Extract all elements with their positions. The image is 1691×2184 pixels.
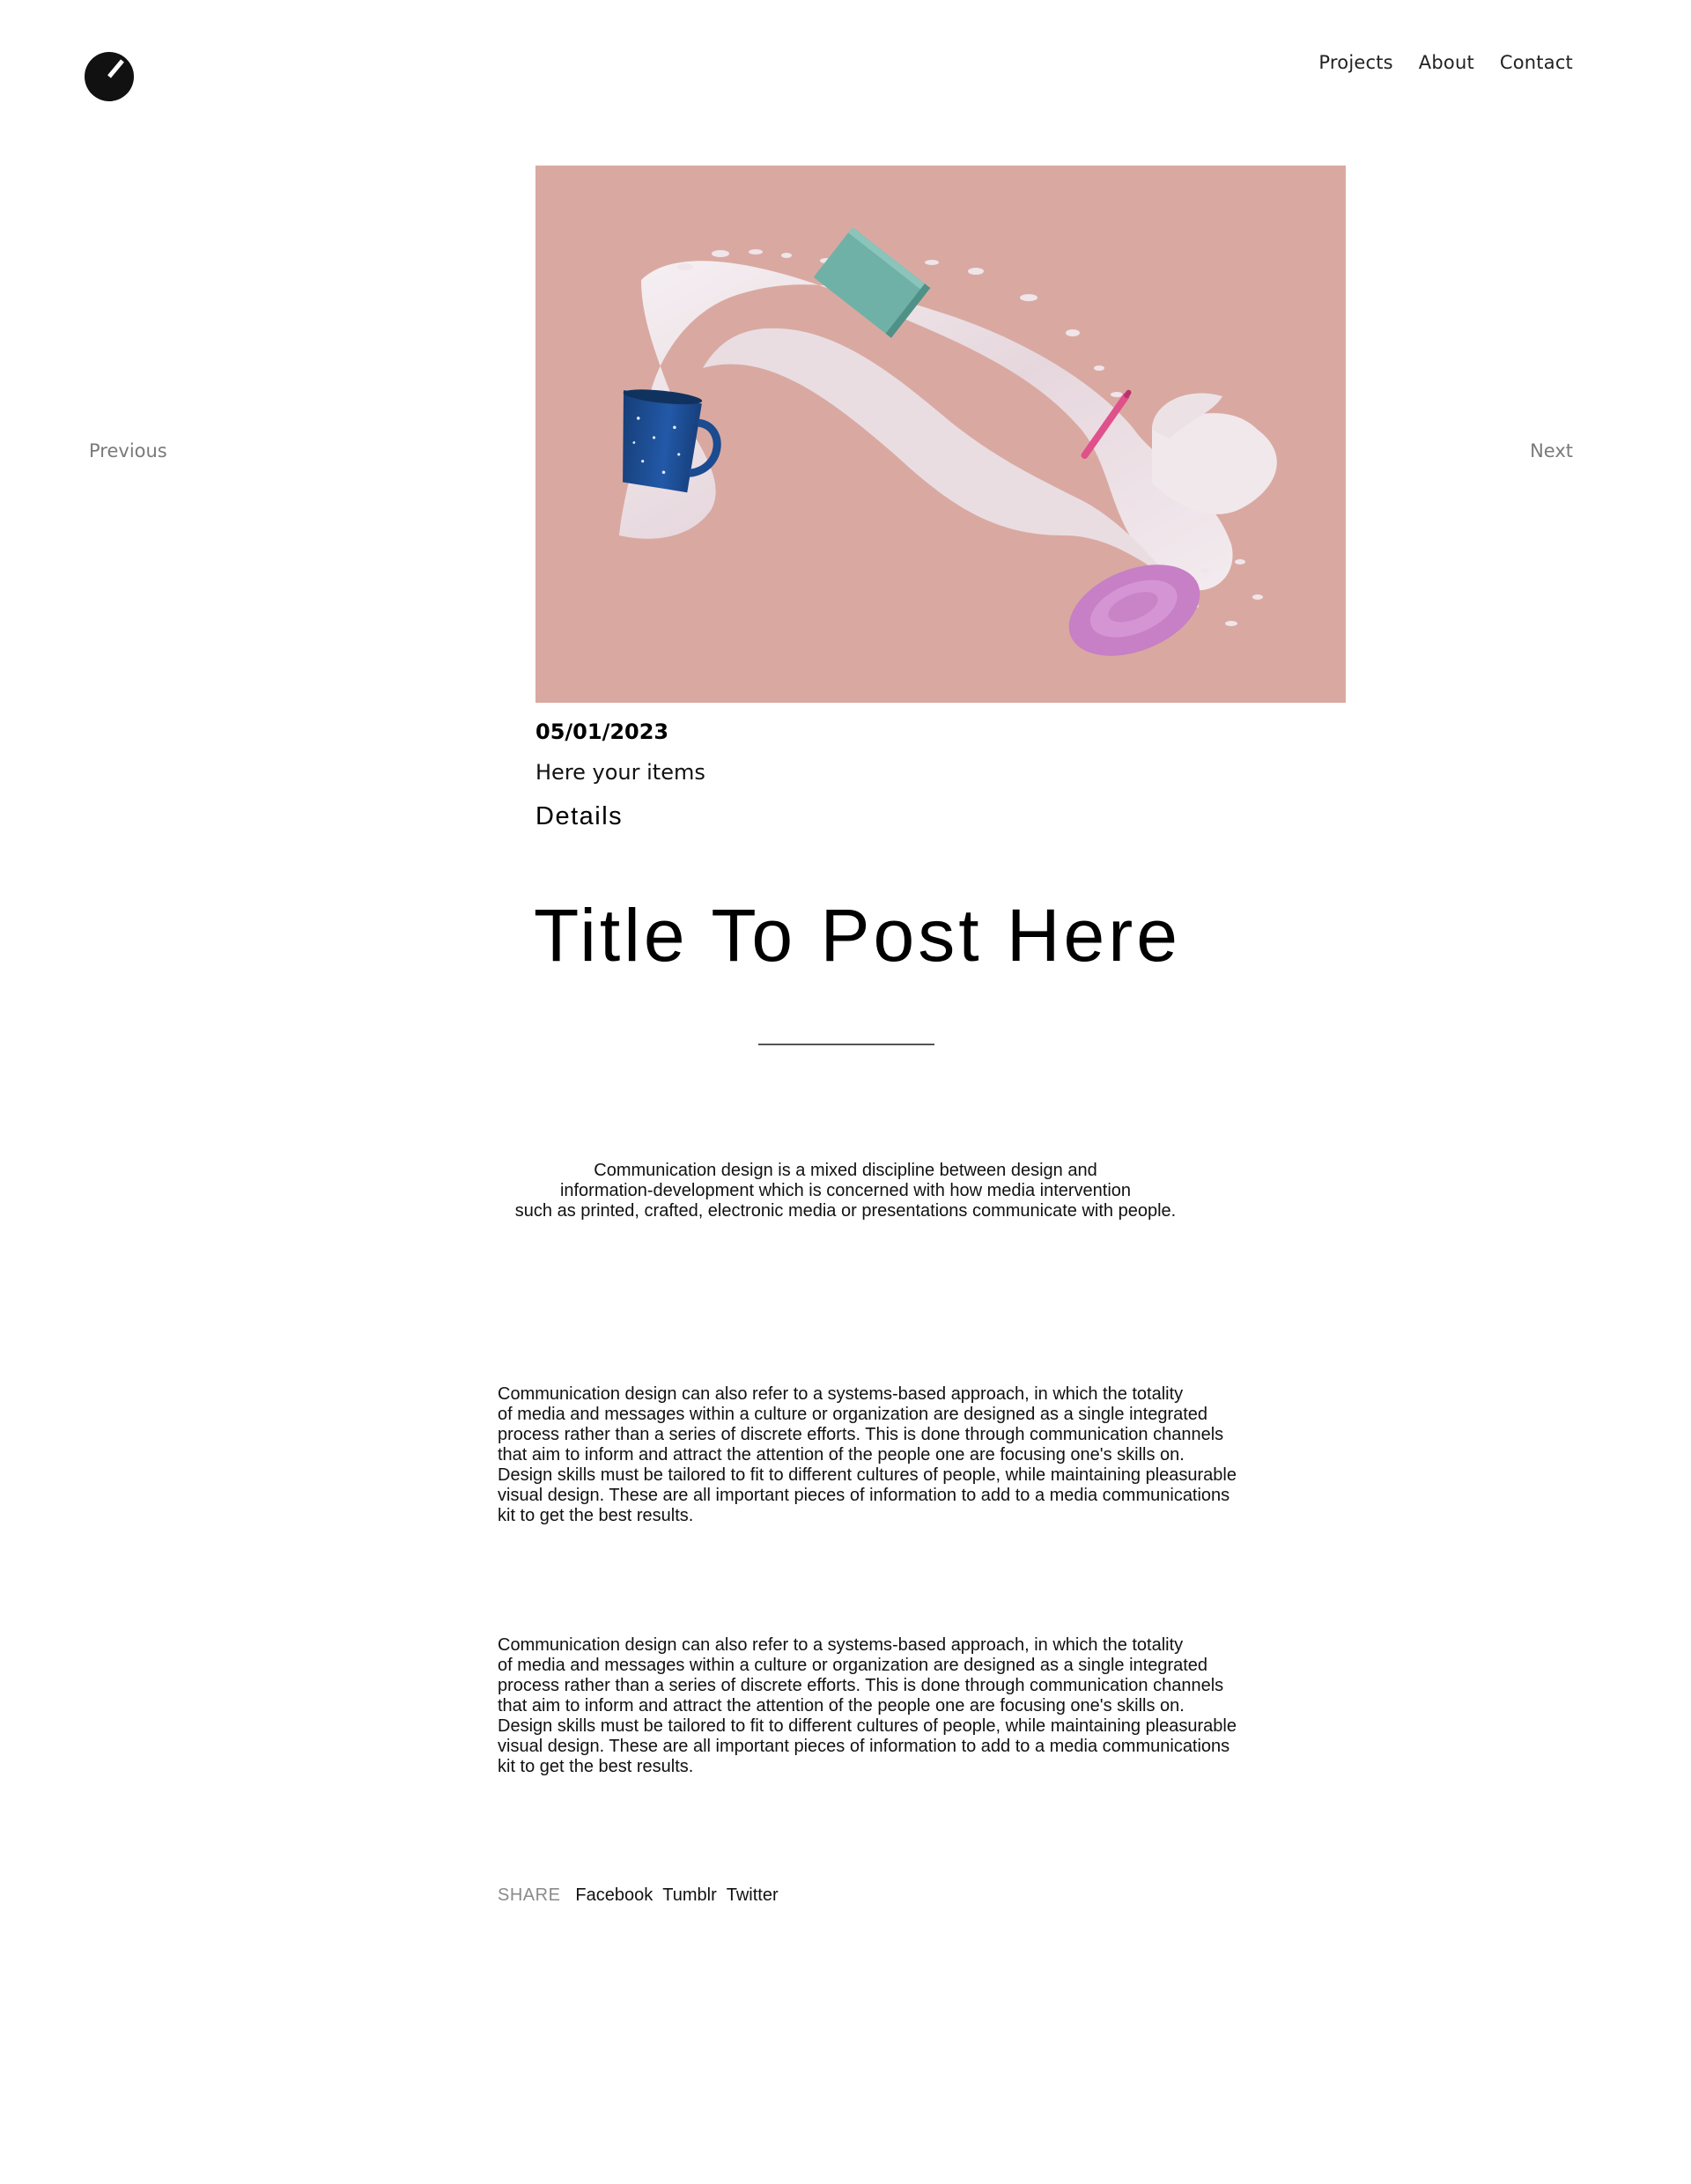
paragraph-line: kit to get the best results. [498, 1506, 694, 1525]
paragraph-line: process rather than a series of discrete… [498, 1425, 1224, 1444]
intro-line: such as printed, crafted, electronic med… [514, 1201, 1177, 1221]
nav-contact[interactable]: Contact [1500, 51, 1573, 74]
paragraph-line: process rather than a series of discrete… [498, 1676, 1224, 1695]
post-items-text: Here your items [535, 760, 705, 785]
site-logo[interactable] [84, 51, 135, 102]
paragraph-line: Design skills must be tailored to fit to… [498, 1716, 1237, 1736]
share-tumblr-link[interactable]: Tumblr [662, 1885, 716, 1906]
paragraph-line: Communication design can also refer to a… [498, 1635, 1184, 1655]
post-date: 05/01/2023 [535, 719, 669, 744]
body-paragraph-1: Communication design can also refer to a… [498, 1384, 1273, 1526]
intro-paragraph: Communication design is a mixed discipli… [493, 1161, 1198, 1221]
post-title: Title To Post Here [534, 894, 1181, 977]
paragraph-line: of media and messages within a culture o… [498, 1405, 1208, 1424]
paragraph-line: visual design. These are all important p… [498, 1737, 1230, 1756]
main-nav: Projects About Contact [1318, 51, 1573, 74]
paragraph-line: kit to get the best results. [498, 1757, 694, 1776]
nav-about[interactable]: About [1419, 51, 1474, 74]
details-link[interactable]: Details [535, 801, 623, 831]
paragraph-line: Communication design can also refer to a… [498, 1384, 1184, 1404]
paragraph-line: Design skills must be tailored to fit to… [498, 1465, 1237, 1485]
previous-post-link[interactable]: Previous [89, 439, 167, 462]
logo-icon [85, 52, 134, 101]
share-twitter-link[interactable]: Twitter [727, 1885, 779, 1906]
hero-image [535, 166, 1346, 703]
body-paragraph-2: Communication design can also refer to a… [498, 1635, 1273, 1777]
milk-splash-illustration [535, 166, 1346, 703]
paragraph-line: visual design. These are all important p… [498, 1486, 1230, 1505]
paragraph-line: that aim to inform and attract the atten… [498, 1696, 1185, 1715]
next-post-link[interactable]: Next [1530, 439, 1573, 462]
paragraph-line: of media and messages within a culture o… [498, 1656, 1208, 1675]
share-label: SHARE [498, 1885, 561, 1905]
title-divider [758, 1044, 934, 1045]
share-facebook-link[interactable]: Facebook [575, 1885, 653, 1906]
share-bar: SHARE Facebook Tumblr Twitter [498, 1885, 788, 1906]
intro-line: Communication design is a mixed discipli… [594, 1161, 1097, 1180]
intro-line: information-development which is concern… [559, 1181, 1132, 1200]
nav-projects[interactable]: Projects [1318, 51, 1392, 74]
paragraph-line: that aim to inform and attract the atten… [498, 1445, 1185, 1465]
